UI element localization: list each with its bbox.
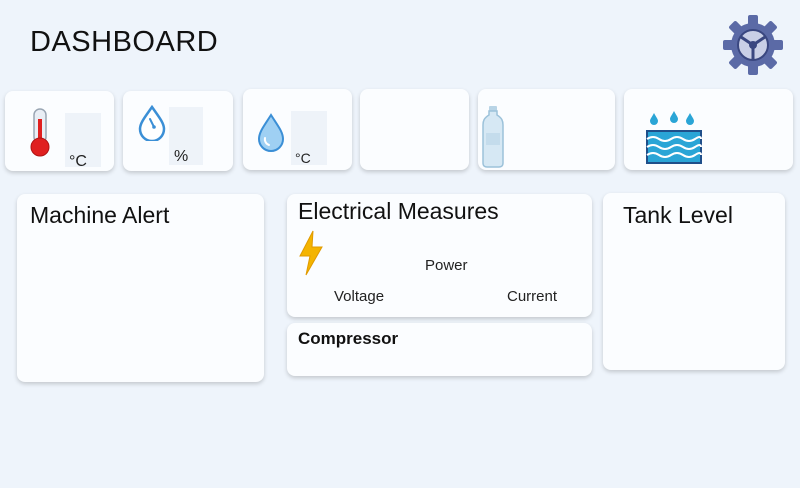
sensor-tile-temperature[interactable]: °C (5, 91, 114, 171)
tank-level-title: Tank Level (623, 202, 733, 228)
humidity-unit: % (174, 148, 189, 165)
water-drop-icon (257, 113, 285, 152)
sensor-tile-water-temperature[interactable]: °C (243, 89, 352, 170)
gear-icon (723, 15, 783, 75)
water-tank-icon (646, 111, 702, 164)
power-label: Power (425, 257, 468, 274)
humidity-drop-icon (138, 105, 166, 141)
machine-alert-panel[interactable]: Machine Alert (17, 194, 264, 382)
tank-level-panel[interactable]: Tank Level (603, 193, 785, 370)
sensor-tile-empty[interactable] (360, 89, 469, 170)
sensor-tile-humidity[interactable]: % (123, 91, 233, 171)
settings-button[interactable] (722, 14, 784, 76)
sensor-tile-bottle[interactable] (478, 89, 615, 170)
machine-alert-title: Machine Alert (30, 202, 170, 228)
compressor-title: Compressor (298, 329, 399, 348)
lightning-icon (299, 230, 323, 276)
electrical-measures-panel[interactable]: Electrical Measures Power Voltage Curren… (287, 194, 592, 317)
sensor-tile-tank[interactable] (624, 89, 793, 170)
water-temperature-unit: °C (295, 150, 311, 166)
compressor-panel[interactable]: Compressor (287, 323, 592, 376)
voltage-label: Voltage (334, 288, 385, 305)
current-label: Current (507, 288, 558, 305)
electrical-measures-title: Electrical Measures (298, 198, 499, 224)
thermometer-icon (30, 108, 50, 157)
temperature-unit: °C (69, 153, 87, 170)
page-title: DASHBOARD (30, 26, 219, 58)
water-bottle-icon (482, 106, 504, 168)
